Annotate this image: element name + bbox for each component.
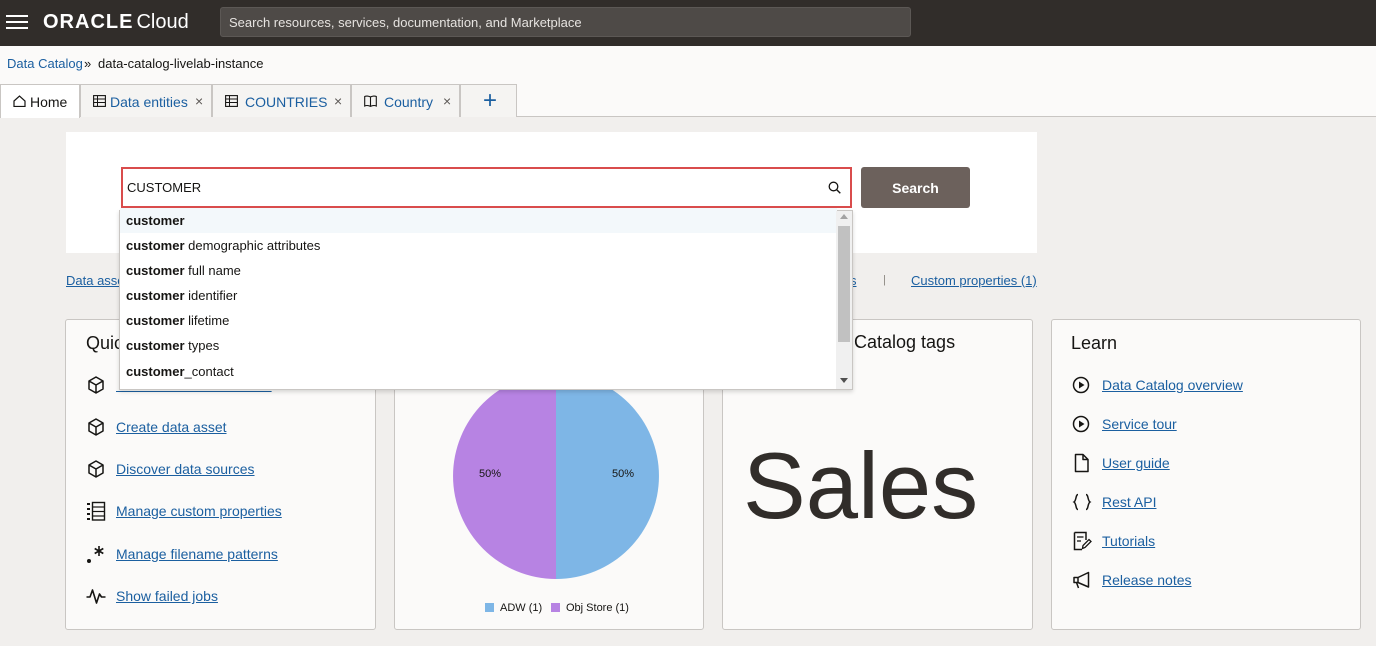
pulse-icon: [86, 589, 106, 604]
tab-bar: Home Data entities × COUNTRIES × Country…: [0, 82, 1376, 118]
suggestion-rest: lifetime: [184, 313, 230, 328]
custom-properties-link[interactable]: Custom properties (1): [911, 273, 1037, 288]
catalog-search-box[interactable]: [121, 167, 852, 208]
user-guide-link[interactable]: User guide: [1102, 455, 1170, 471]
summary-separator: |: [883, 274, 886, 286]
data-catalog-overview-link[interactable]: Data Catalog overview: [1102, 377, 1243, 393]
suggestion-item[interactable]: customer lifetime: [120, 308, 837, 333]
menu-icon[interactable]: [6, 11, 30, 33]
service-tour-link[interactable]: Service tour: [1102, 416, 1177, 432]
suggestion-rest: types: [184, 338, 220, 353]
add-tab-button[interactable]: +: [460, 84, 517, 117]
pie-slice-adw[interactable]: [556, 373, 659, 579]
legend-label: ADW (1): [500, 602, 543, 614]
search-button[interactable]: Search: [861, 167, 970, 208]
suggestion-match: customer: [126, 364, 185, 379]
suggestion-item[interactable]: customer: [120, 208, 837, 233]
show-failed-jobs-link[interactable]: Show failed jobs: [116, 588, 218, 604]
cube-icon: [88, 418, 104, 436]
play-icon: [1072, 376, 1090, 394]
oracle-cloud-logo[interactable]: ORACLE Cloud: [43, 11, 189, 35]
plus-icon: +: [482, 87, 498, 114]
discover-data-sources-link[interactable]: Discover data sources: [116, 461, 255, 477]
breadcrumb: Data Catalog » data-catalog-livelab-inst…: [0, 46, 1376, 82]
pie-slice-label-adw: 50%: [612, 468, 635, 480]
tab-countries[interactable]: COUNTRIES ×: [212, 84, 351, 117]
breadcrumb-separator: »: [84, 56, 92, 71]
learn-card: Learn Data Catalog overview Service tour…: [1051, 319, 1361, 630]
search-suggestions-dropdown: customer customer demographic attributes…: [119, 208, 853, 390]
suggestion-item[interactable]: customer types: [120, 333, 837, 358]
home-icon: [13, 95, 26, 107]
tutorial-icon: [1073, 531, 1092, 551]
tab-countries-label: COUNTRIES: [245, 94, 328, 110]
manage-filename-patterns-link[interactable]: Manage filename patterns: [116, 546, 278, 562]
scrollbar-thumb[interactable]: [838, 226, 850, 342]
suggestion-match: customer: [126, 263, 185, 278]
tag-cloud-sales[interactable]: Sales: [743, 434, 978, 538]
tab-home[interactable]: Home: [0, 84, 80, 118]
suggestion-item[interactable]: customer_contact: [120, 359, 837, 384]
rest-api-link[interactable]: Rest API: [1102, 494, 1156, 510]
table-icon: [225, 95, 238, 107]
tab-country-label: Country: [384, 94, 434, 110]
manage-custom-properties-link[interactable]: Manage custom properties: [116, 503, 282, 519]
catalog-tags-title: Catalog tags: [854, 332, 956, 352]
tutorials-link[interactable]: Tutorials: [1102, 533, 1155, 549]
suggestion-match: customer: [126, 313, 185, 328]
cube-icon: [88, 376, 104, 394]
document-icon: [1074, 453, 1089, 473]
tab-data-entities[interactable]: Data entities ×: [80, 84, 212, 117]
suggestion-match: customer: [126, 338, 185, 353]
close-icon[interactable]: ×: [443, 93, 451, 109]
tab-data-entities-label: Data entities: [110, 94, 188, 110]
legend-swatch: [485, 603, 494, 612]
table-icon: [93, 95, 106, 107]
legend-swatch: [551, 603, 560, 612]
suggestion-match: customer: [126, 213, 185, 228]
suggestion-item[interactable]: customer demographic attributes: [120, 233, 837, 258]
play-icon: [1072, 415, 1090, 433]
braces-icon: [1072, 493, 1092, 511]
scroll-down-icon[interactable]: [840, 378, 848, 383]
pattern-icon: [87, 546, 104, 563]
breadcrumb-current: data-catalog-livelab-instance: [98, 56, 264, 71]
breadcrumb-data-catalog-link[interactable]: Data Catalog: [7, 56, 83, 71]
suggestion-match: customer: [126, 238, 185, 253]
release-notes-link[interactable]: Release notes: [1102, 572, 1192, 588]
data-assets-link[interactable]: Data asse: [66, 273, 125, 288]
create-data-asset-link[interactable]: Create data asset: [116, 419, 227, 435]
brand-name: ORACLE: [43, 11, 134, 33]
search-icon[interactable]: [828, 181, 841, 194]
product-name: Cloud: [136, 11, 189, 33]
suggestion-rest: identifier: [184, 288, 238, 303]
close-icon[interactable]: ×: [334, 93, 342, 109]
book-icon: [364, 95, 377, 107]
global-search-input[interactable]: [220, 7, 911, 37]
suggestion-item[interactable]: customer full name: [120, 258, 837, 283]
suggestion-rest: _contact: [184, 364, 234, 379]
cube-icon: [88, 460, 104, 478]
suggestion-item[interactable]: customer identifier: [120, 283, 837, 308]
legend-item-adw[interactable]: ADW (1): [485, 602, 542, 614]
catalog-search-input[interactable]: [123, 169, 823, 206]
top-bar: ORACLE Cloud: [0, 0, 1376, 46]
suggestion-match: customer: [126, 288, 185, 303]
learn-title: Learn: [1071, 333, 1118, 353]
quick-actions-title: Quic: [86, 333, 124, 353]
pie-slice-label-obj-store: 50%: [479, 468, 502, 480]
legend-item-obj-store[interactable]: Obj Store (1): [551, 602, 629, 614]
list-icon: [87, 501, 106, 521]
tab-home-label: Home: [30, 94, 68, 110]
suggestion-rest: demographic attributes: [184, 238, 321, 253]
tab-country[interactable]: Country ×: [351, 84, 460, 117]
dropdown-scrollbar[interactable]: [836, 211, 852, 389]
suggestion-rest: full name: [184, 263, 241, 278]
megaphone-icon: [1073, 571, 1090, 589]
scroll-up-icon[interactable]: [840, 214, 848, 219]
legend-label: Obj Store (1): [566, 602, 629, 614]
pie-slice-obj-store[interactable]: [453, 373, 556, 579]
close-icon[interactable]: ×: [195, 93, 203, 109]
